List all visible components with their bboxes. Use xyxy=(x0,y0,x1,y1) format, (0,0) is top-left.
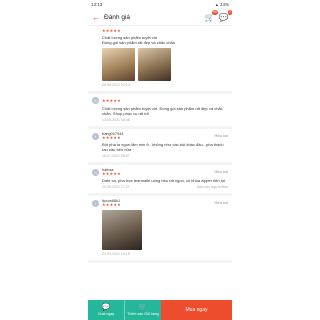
review-item: ★★★★★ Chất lượng sản phẩm tuyệt vời Đóng… xyxy=(88,26,232,94)
avatar: t xyxy=(92,132,99,140)
status-time: 13:13 xyxy=(91,2,103,7)
helpful-button[interactable]: Hữu ích xyxy=(214,201,228,205)
review-item: A ★★★★★ Chất lượng sản phẩm tuyệt vời. Đ… xyxy=(88,94,232,129)
review-date: 09-08-2022 22:14 xyxy=(102,83,130,87)
buy-now-button[interactable]: Mua ngay xyxy=(161,300,232,320)
report-seller-link[interactable]: Báo cáo Người Bán xyxy=(197,185,228,189)
status-bar: 13:13 ▴ 24% xyxy=(88,0,232,9)
rating-stars: ★★★★★ xyxy=(102,28,121,33)
rating-stars: ★★★★★ xyxy=(102,202,121,207)
page-title: Đánh giá xyxy=(104,13,131,21)
battery-level: 24% xyxy=(219,2,229,7)
cart-icon[interactable]: 🛒 99 xyxy=(204,9,218,23)
helpful-button[interactable]: Hữu ích xyxy=(214,134,228,138)
chat-now-button[interactable]: 💬 Chat ngay xyxy=(88,300,125,320)
avatar: l xyxy=(92,199,99,207)
rating-stars: ★★★★★ xyxy=(102,135,121,140)
avatar: h xyxy=(92,168,99,176)
review-text: Bột pha la ngon lắm min ở.. không như cá… xyxy=(102,142,224,152)
signal-icon: ▴ xyxy=(215,1,218,7)
review-photo[interactable] xyxy=(138,48,171,81)
review-text: Chất lượng sản phẩm tuyệt vời Đóng gói s… xyxy=(102,35,175,45)
review-photos xyxy=(102,48,228,81)
add-to-cart-button[interactable]: 🛒 Thêm vào Giỏ hàng xyxy=(125,300,161,320)
rating-stars: ★★★★★ xyxy=(102,171,121,176)
chat-bubble-icon: 💬 xyxy=(101,304,111,311)
review-date: 16-07-2021 06:57 xyxy=(102,154,130,158)
review-date: 22-03-2021 19:18 xyxy=(102,252,130,256)
review-text: Date xa, pha trọe tearmalle uống béo rất… xyxy=(102,178,226,183)
phone-screen: 13:13 ▴ 24% ← Đánh giá 🛒 99 💬 2 ★★★★★ Chất… xyxy=(88,0,232,320)
review-photos xyxy=(102,210,228,250)
page-header: ← Đánh giá 🛒 99 💬 2 xyxy=(88,9,232,26)
bottom-action-bar: 💬 Chat ngay 🛒 Thêm vào Giỏ hàng Mua ngay xyxy=(88,300,232,320)
review-photo[interactable] xyxy=(102,210,142,250)
review-item: h hathsa ★★★★★ Hữu ích Date xa, pha trọe… xyxy=(88,165,232,196)
chat-badge: 2 xyxy=(228,9,232,15)
helpful-button[interactable]: Hữu ích xyxy=(214,170,228,174)
rating-stars: ★★★★★ xyxy=(102,97,121,103)
back-arrow-icon[interactable]: ← xyxy=(91,12,101,22)
review-date: 20-05-2021 17:27 xyxy=(102,185,130,189)
review-date: 13-05-2021 18:48 xyxy=(102,118,130,122)
review-item: l lipcon68k1 ★★★★★ Hữu ích 22-03-2021 19… xyxy=(88,196,232,263)
chat-icon[interactable]: 💬 2 xyxy=(218,9,232,23)
avatar: A xyxy=(92,97,99,104)
review-text: Chất lượng sản phẩm tuyệt vời. Đóng gói … xyxy=(102,106,223,116)
review-item: t trang007944 ★★★★★ Hữu ích Bột pha la n… xyxy=(88,129,232,165)
add-cart-icon: 🛒 xyxy=(138,304,148,311)
reviews-list[interactable]: ★★★★★ Chất lượng sản phẩm tuyệt vời Đóng… xyxy=(88,26,232,300)
review-photo[interactable] xyxy=(102,48,135,81)
